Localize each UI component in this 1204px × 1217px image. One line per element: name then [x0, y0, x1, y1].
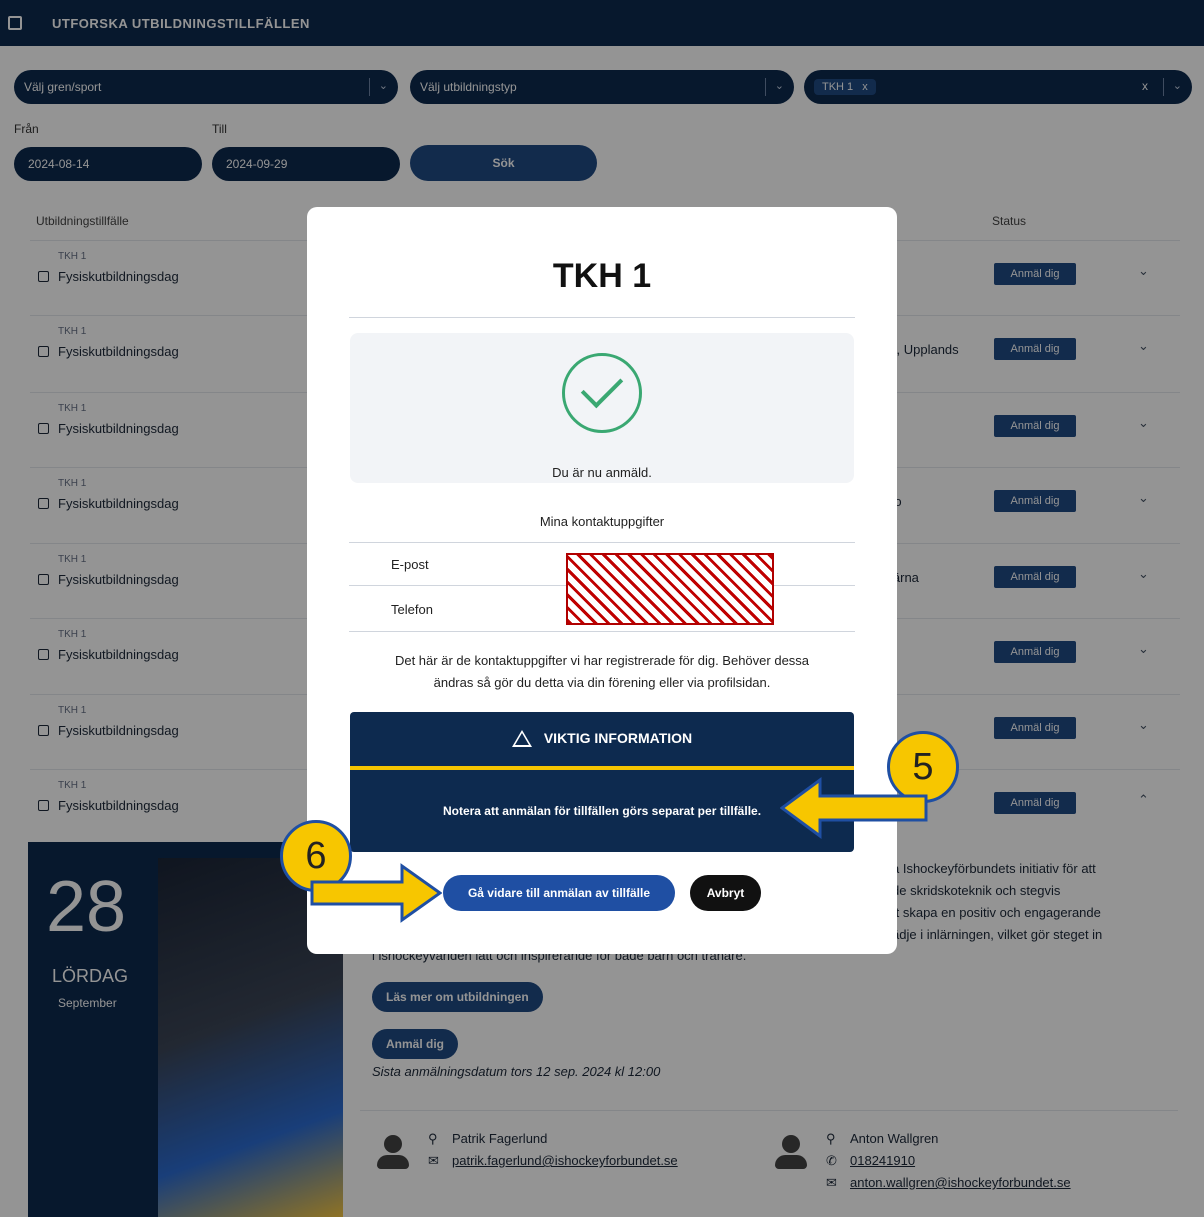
registration-modal: TKH 1 Du är nu anmäld. Mina kontaktuppgi… [307, 207, 897, 954]
success-message: Du är nu anmäld. [552, 465, 652, 480]
contact-info-text: Det här är de kontaktuppgifter vi har re… [355, 650, 849, 694]
phone-label: Telefon [391, 602, 433, 617]
email-label: E-post [391, 557, 429, 572]
warning-icon [511, 729, 532, 747]
info-line: Det här är de kontaktuppgifter vi har re… [394, 653, 810, 668]
step-5-arrow-icon [780, 777, 928, 839]
continue-registration-button[interactable]: Gå vidare till anmälan av tillfälle [443, 875, 675, 911]
divider [349, 542, 855, 543]
contact-heading: Mina kontaktuppgifter [539, 514, 665, 529]
important-info-box: VIKTIG INFORMATION Notera att anmälan fö… [350, 712, 854, 852]
warning-title: VIKTIG INFORMATION [543, 730, 693, 746]
cancel-button[interactable]: Avbryt [690, 875, 761, 911]
modal-title: TKH 1 [552, 257, 652, 295]
success-panel: Du är nu anmäld. [350, 333, 854, 483]
checkmark-icon [562, 353, 642, 433]
step-6-arrow-icon [310, 863, 442, 923]
warning-header: VIKTIG INFORMATION [350, 712, 854, 764]
warning-text: Notera att anmälan för tillfällen görs s… [442, 804, 762, 818]
info-line: ändras så gör du detta via din förening … [433, 675, 771, 690]
divider [349, 317, 855, 318]
divider [349, 631, 855, 632]
redacted-contact-values [566, 553, 774, 625]
